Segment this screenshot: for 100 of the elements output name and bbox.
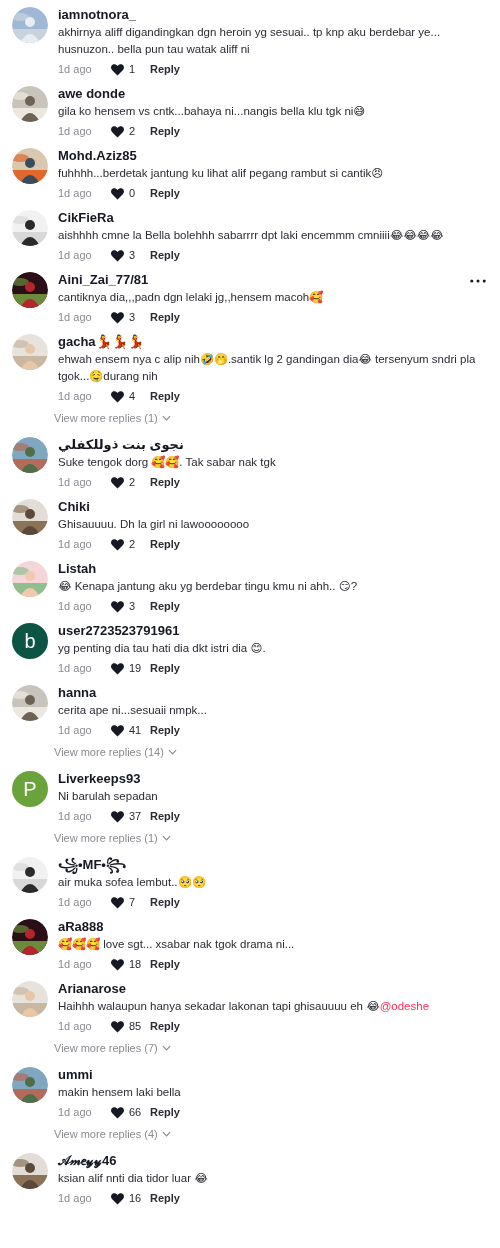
heart-icon[interactable] [110, 808, 125, 824]
reply-button[interactable]: Reply [150, 249, 180, 261]
comment-text: akhirnya aliff digandingkan dgn heroin yg sesuai.. tp knp aku berdebar ye... husnuzon.. bella pun tau watak aliff ni [58, 25, 442, 57]
comment-text: 😂 Kenapa jantung aku yg berdebar tingu kmu ni ahh.. 😏? [58, 579, 359, 594]
like-count: 1 [129, 63, 136, 75]
heart-icon[interactable] [110, 123, 125, 139]
reply-button[interactable]: Reply [150, 724, 180, 736]
username[interactable]: awe donde [58, 86, 126, 101]
comment-text: ksian alif nnti dia tidor luar 😂 [58, 1171, 209, 1186]
reply-button[interactable]: Reply [150, 476, 180, 488]
reply-button[interactable]: Reply [150, 662, 180, 674]
timestamp: 1d ago [58, 1106, 93, 1118]
like-count: 85 [129, 1020, 142, 1032]
heart-icon[interactable] [110, 474, 125, 490]
timestamp: 1d ago [58, 724, 93, 736]
username[interactable]: iamnotnora_ [58, 7, 136, 22]
comment-text: cantiknya dia,,,padn dgn lelaki jg,,hensem macoh🥰 [58, 289, 325, 305]
heart-icon[interactable] [110, 247, 125, 263]
heart-icon[interactable] [110, 1190, 125, 1206]
timestamp: 1d ago [58, 958, 93, 970]
reply-button[interactable]: Reply [150, 958, 180, 970]
chevron-down-icon [161, 1045, 171, 1051]
reply-button[interactable]: Reply [150, 538, 180, 550]
username[interactable]: Chiki [58, 499, 90, 514]
chevron-down-icon [161, 415, 171, 421]
like-count: 7 [129, 896, 136, 908]
heart-icon[interactable] [110, 1104, 125, 1120]
heart-icon[interactable] [110, 894, 125, 910]
reply-button[interactable]: Reply [150, 390, 180, 402]
reply-button[interactable]: Reply [150, 896, 180, 908]
reply-button[interactable]: Reply [150, 1192, 180, 1204]
like-count: 66 [129, 1106, 142, 1118]
view-more-replies-button[interactable]: View more replies (14) [54, 742, 177, 762]
chevron-down-icon [161, 1131, 171, 1137]
timestamp: 1d ago [58, 476, 93, 488]
username[interactable]: user2723523791961 [58, 623, 180, 638]
heart-icon[interactable] [110, 956, 125, 972]
reply-button[interactable]: Reply [150, 600, 180, 612]
comment-text: makin hensem laki bella [58, 1085, 182, 1100]
timestamp: 1d ago [58, 311, 93, 323]
timestamp: 1d ago [58, 1192, 93, 1204]
like-count: 3 [129, 311, 136, 323]
reply-button[interactable]: Reply [150, 1020, 180, 1032]
username[interactable]: Arianarose [58, 981, 126, 996]
like-count: 16 [129, 1192, 142, 1204]
timestamp: 1d ago [58, 538, 93, 550]
like-count: 2 [129, 538, 136, 550]
view-more-replies-button[interactable]: View more replies (1) [54, 828, 171, 848]
chevron-down-icon [161, 835, 171, 841]
username[interactable]: aRa888 [58, 919, 104, 934]
username[interactable]: Listah [58, 561, 97, 576]
username[interactable]: Mohd.Aziz85 [58, 148, 137, 163]
username[interactable]: نجوى بنت ذوللكفلي [58, 437, 184, 452]
heart-icon[interactable] [110, 598, 125, 614]
timestamp: 1d ago [58, 810, 93, 822]
timestamp: 1d ago [58, 600, 93, 612]
username[interactable]: gacha💃💃💃 [58, 334, 144, 349]
like-count: 3 [129, 600, 136, 612]
view-more-replies-button[interactable]: View more replies (7) [54, 1038, 171, 1058]
like-count: 41 [129, 724, 142, 736]
chevron-down-icon [167, 749, 177, 755]
username[interactable]: ummi [58, 1067, 93, 1082]
heart-icon[interactable] [110, 61, 125, 77]
heart-icon[interactable] [110, 660, 125, 676]
like-count: 18 [129, 958, 142, 970]
comment-text: Ni barulah sepadan [58, 789, 159, 804]
more-icon[interactable] [470, 279, 486, 283]
username[interactable]: Liverkeeps93 [58, 771, 141, 786]
username[interactable]: hanna [58, 685, 97, 700]
comment-text: 🥰🥰🥰 love sgt... xsabar nak tgok drama ni... [58, 936, 296, 952]
heart-icon[interactable] [110, 388, 125, 404]
username[interactable]: Aini_Zai_77/81 [58, 272, 149, 287]
like-count: 2 [129, 125, 136, 137]
heart-icon[interactable] [110, 309, 125, 325]
timestamp: 1d ago [58, 187, 93, 199]
avatar[interactable]: b [12, 623, 48, 659]
like-count: 37 [129, 810, 142, 822]
comment-text: yg penting dia tau hati dia dkt istri dia 😊. [58, 641, 267, 656]
heart-icon[interactable] [110, 536, 125, 552]
timestamp: 1d ago [58, 63, 93, 75]
username[interactable]: CikFieRa [58, 210, 114, 225]
comment-text: Ghisauuuu. Dh la girl ni lawoooooooo [58, 517, 251, 532]
username[interactable]: ꧁•MF•꧂ [58, 857, 126, 872]
reply-button[interactable]: Reply [150, 1106, 180, 1118]
heart-icon[interactable] [110, 185, 125, 201]
reply-button[interactable]: Reply [150, 63, 180, 75]
comment-text: Suke tengok dorg 🥰🥰. Tak sabar nak tgk [58, 454, 277, 470]
view-more-replies-button[interactable]: View more replies (1) [54, 408, 171, 428]
heart-icon[interactable] [110, 1018, 125, 1034]
view-more-replies-button[interactable]: View more replies (4) [54, 1124, 171, 1144]
reply-button[interactable]: Reply [150, 187, 180, 199]
reply-button[interactable]: Reply [150, 311, 180, 323]
like-count: 2 [129, 476, 136, 488]
comment-text: aishhhh cmne la Bella bolehhh sabarrrr dpt laki encemmm cmniiii😂😂😂😂 [58, 228, 445, 243]
reply-button[interactable]: Reply [150, 810, 180, 822]
reply-button[interactable]: Reply [150, 125, 180, 137]
like-count: 0 [129, 187, 136, 199]
heart-icon[interactable] [110, 722, 125, 738]
username[interactable]: 𝒜𝓂𝑒𝓎𝓎46 [58, 1153, 117, 1168]
mention-link[interactable]: @odeshe [379, 1000, 430, 1012]
